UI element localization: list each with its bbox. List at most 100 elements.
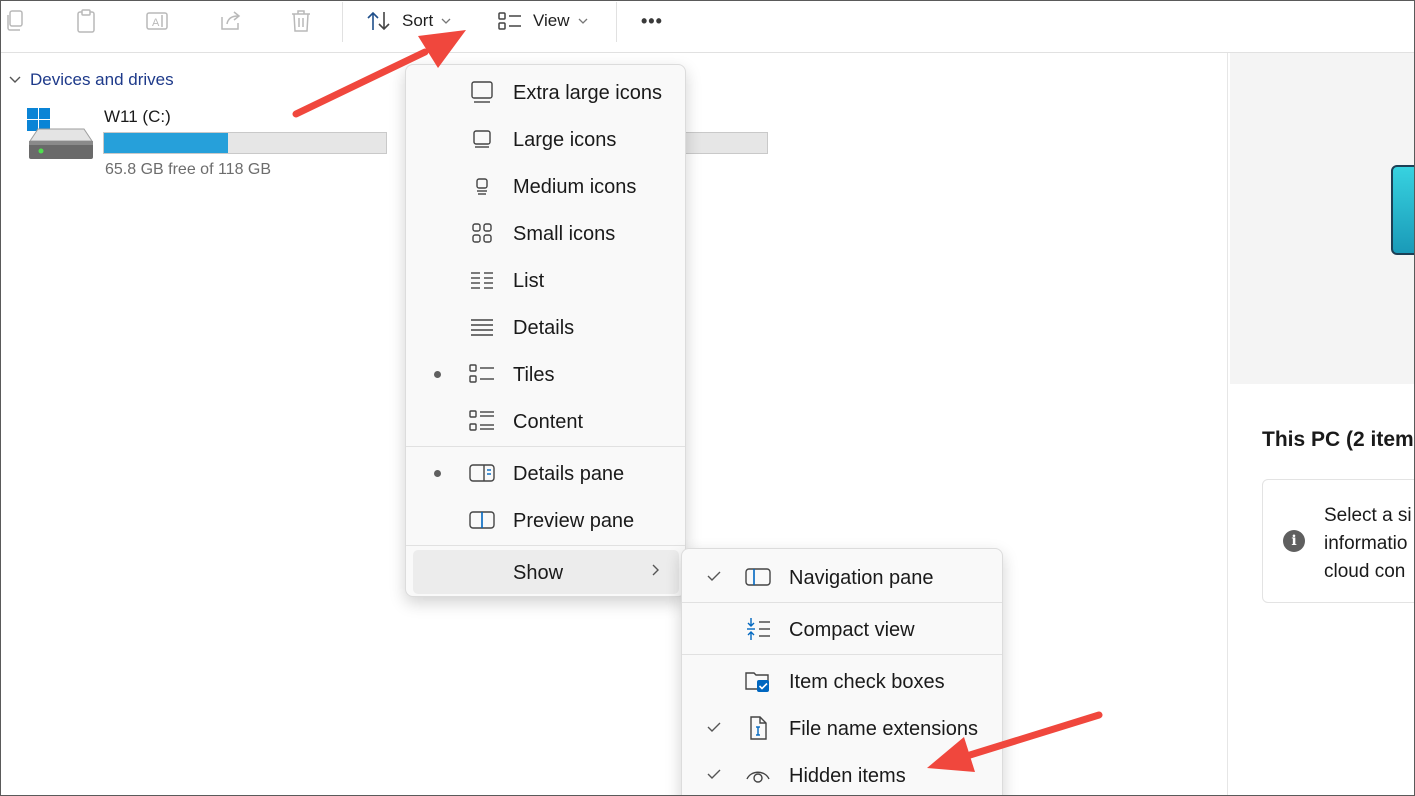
extra-large-icons-icon [469,80,495,104]
menu-divider [682,654,1002,655]
copy-button[interactable] [4,5,26,37]
see-more-button[interactable]: ••• [641,5,663,37]
drive-usage-bar-continuation [684,132,768,154]
navigation-pane-icon [745,565,771,589]
rename-icon: A [146,12,168,30]
share-icon [221,11,241,30]
copy-icon [7,10,23,31]
toolbar-divider [616,2,617,42]
selected-bullet-icon [434,371,441,378]
menu-item-show[interactable]: Show [413,550,679,594]
item-check-boxes-icon [745,669,771,693]
menu-item-details-pane[interactable]: Details pane [406,451,685,495]
menu-item-label: Details pane [513,463,625,485]
menu-item-small-icons[interactable]: Small icons [406,211,685,255]
toolbar-divider [342,2,343,42]
menu-item-label: Details [513,317,575,339]
pc-thumbnail-icon [1391,165,1415,255]
paste-icon [77,9,95,33]
menu-item-label: Content [513,411,584,433]
delete-icon [292,10,310,32]
menu-item-label: Compact view [789,619,915,641]
info-line: informatio [1324,533,1408,554]
preview-pane-icon [469,508,495,532]
menu-item-label: List [513,270,545,292]
chevron-down-icon [578,18,588,24]
menu-item-compact-view[interactable]: Compact view [682,607,1002,651]
chevron-down-icon [9,76,21,83]
view-button[interactable]: View [497,5,588,37]
hard-drive-icon [27,108,93,159]
devices-section-header[interactable]: Devices and drives [8,70,174,90]
menu-divider [406,545,685,546]
show-submenu: Navigation pane Compact view Item check … [681,548,1003,796]
menu-item-extra-large-icons[interactable]: Extra large icons [406,70,685,114]
menu-item-label: Navigation pane [789,567,934,589]
chevron-down-icon [441,18,451,24]
paste-button[interactable] [74,5,98,37]
sort-icon [367,11,390,31]
menu-item-hidden-items[interactable]: Hidden items [682,753,1002,796]
tiles-icon [469,362,495,386]
checkmark-icon [707,720,721,738]
details-title: This PC (2 item [1262,428,1414,451]
medium-icons-icon [469,174,495,198]
info-line: cloud con [1324,561,1406,582]
svg-text:A: A [152,17,160,29]
list-icon [469,268,495,292]
menu-item-tiles[interactable]: Tiles [406,352,685,396]
checkmark-icon [707,569,721,587]
details-pane-icon [469,461,495,485]
rename-button[interactable]: A [145,5,171,37]
menu-item-details[interactable]: Details [406,305,685,349]
menu-divider [406,446,685,447]
menu-item-label: Hidden items [789,765,906,787]
section-label: Devices and drives [30,70,174,89]
command-bar: A Sort View ••• [0,0,1415,53]
chevron-right-icon [651,563,661,582]
view-label: View [533,11,570,30]
drive-usage-fill [104,133,229,153]
more-icon: ••• [641,10,663,31]
menu-item-label: Item check boxes [789,671,945,693]
sort-button[interactable]: Sort [366,5,451,37]
file-name-extensions-icon [745,716,771,740]
menu-item-preview-pane[interactable]: Preview pane [406,498,685,542]
drive-name: W11 (C:) [104,107,171,126]
view-icon [498,12,521,30]
compact-view-icon [745,617,771,641]
small-icons-icon [469,221,495,245]
info-text: Select a si informatio cloud con [1324,502,1415,586]
drive-usage-bar [103,132,387,154]
menu-item-item-check-boxes[interactable]: Item check boxes [682,659,1002,703]
menu-item-label: Large icons [513,129,617,151]
menu-item-label: Tiles [513,364,555,386]
menu-item-large-icons[interactable]: Large icons [406,117,685,161]
menu-item-label: Show [513,562,564,584]
menu-item-file-name-extensions[interactable]: File name extensions [682,706,1002,750]
view-menu: Extra large icons Large icons Medium ico… [405,64,686,597]
content-icon [469,409,495,433]
menu-item-label: Small icons [513,223,616,245]
sort-label: Sort [402,11,434,30]
details-preview-area [1230,53,1415,384]
menu-item-navigation-pane[interactable]: Navigation pane [682,555,1002,599]
checkmark-icon [707,767,721,785]
delete-button[interactable] [289,5,313,37]
menu-item-label: Medium icons [513,176,637,198]
selected-bullet-icon [434,470,441,477]
info-icon: i [1283,530,1305,552]
large-icons-icon [469,127,495,151]
menu-item-content[interactable]: Content [406,399,685,443]
menu-item-label: Extra large icons [513,82,662,104]
drive-c-item[interactable] [26,107,96,170]
menu-divider [682,602,1002,603]
menu-item-medium-icons[interactable]: Medium icons [406,164,685,208]
menu-item-list[interactable]: List [406,258,685,302]
share-button[interactable] [218,5,244,37]
menu-item-label: Preview pane [513,510,635,532]
details-icon [469,315,495,339]
hidden-items-icon [745,763,771,787]
drive-free-space: 65.8 GB free of 118 GB [105,161,272,178]
menu-item-label: File name extensions [789,718,978,740]
